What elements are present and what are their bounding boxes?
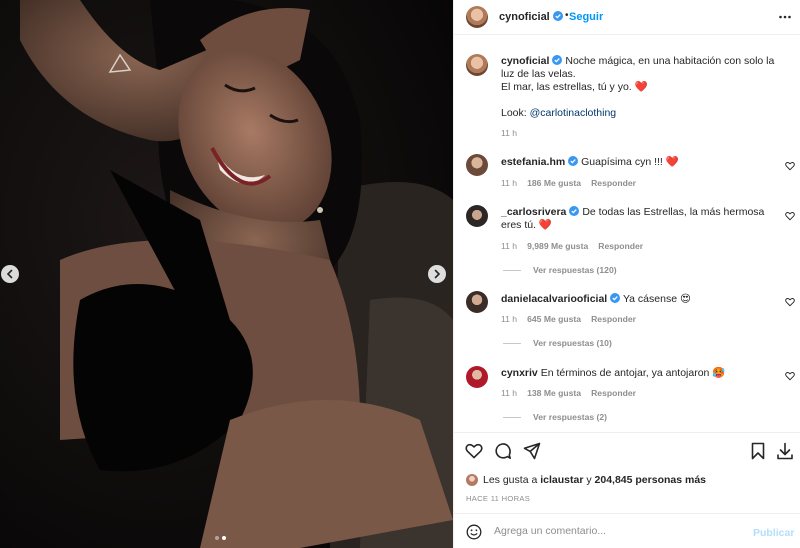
caption-username[interactable]: cynoficial [501, 55, 549, 67]
post-timestamp[interactable]: HACE 11 HORAS [466, 494, 530, 503]
caption-line2: El mar, las estrellas, tú y yo. [501, 81, 632, 93]
comment-text: estefania.hm Guapísima cyn !!! ❤️ [501, 156, 786, 169]
post-media[interactable] [0, 0, 453, 548]
carousel-indicator [215, 536, 226, 540]
comment-body: Guapísima cyn !!! ❤️ [581, 156, 679, 168]
comment-text: cynxriv En términos de antojar, ya antoj… [501, 367, 786, 380]
author-username-text[interactable]: cynoficial [499, 11, 550, 23]
reply-button[interactable]: Responder [591, 388, 636, 398]
carousel-dot-active [222, 536, 226, 540]
emoji-icon[interactable] [466, 524, 482, 540]
chevron-right-icon [434, 269, 441, 279]
replies-divider [503, 269, 521, 271]
replies-divider [503, 342, 521, 344]
likes-others-link[interactable]: 204,845 personas más [595, 474, 707, 486]
comment-meta: 11 h 186 Me gusta Responder [501, 178, 636, 188]
view-replies-label[interactable]: Ver respuestas (120) [533, 265, 617, 275]
avatar[interactable] [466, 291, 488, 313]
heart-icon[interactable] [465, 442, 483, 460]
reply-button[interactable]: Responder [591, 314, 636, 324]
comment-username[interactable]: cynxriv [501, 367, 538, 379]
comment-likes[interactable]: 9,989 Me gusta [527, 241, 588, 251]
avatar[interactable] [466, 6, 488, 28]
caption-heart: ❤️ [634, 81, 648, 93]
verified-badge-icon [569, 206, 580, 216]
caption-text: cynoficial Noche mágica, en una habitaci… [501, 55, 786, 120]
comment-input[interactable] [494, 522, 734, 540]
comment-icon[interactable] [494, 442, 512, 460]
heart-icon[interactable] [785, 297, 795, 307]
avatar[interactable] [466, 154, 488, 176]
view-replies-button[interactable]: Ver respuestas (120) [503, 265, 617, 275]
replies-divider [503, 416, 521, 418]
view-replies-label[interactable]: Ver respuestas (2) [533, 412, 607, 422]
likes-prefix: Les gusta a [483, 474, 538, 486]
carousel-next-button[interactable] [428, 265, 446, 283]
comment-text: danielacalvariooficial Ya cásense 😍 [501, 293, 786, 306]
likes-first-user[interactable]: iclaustar [540, 474, 583, 486]
comment-username[interactable]: _carlosrivera [501, 206, 566, 218]
comment-time[interactable]: 11 h [501, 178, 517, 188]
separator-dot: • [565, 10, 569, 21]
heart-icon[interactable] [785, 161, 795, 171]
comment-time[interactable]: 11 h [501, 388, 517, 398]
comment-likes[interactable]: 645 Me gusta [527, 314, 581, 324]
comment-body: En términos de antojar, ya antojaron 🥵 [540, 367, 726, 379]
avatar[interactable] [466, 474, 478, 486]
post-header: cynoficial • Seguir [454, 0, 800, 35]
more-options-icon[interactable] [778, 10, 792, 24]
bookmark-icon[interactable] [749, 442, 767, 460]
caption-meta: 11 h [501, 128, 517, 138]
post-side-panel: cynoficial • Seguir cynoficial Noche mág… [453, 0, 800, 548]
likes-summary: Les gusta a iclaustar y 204,845 personas… [466, 474, 706, 486]
likes-middle: y [586, 474, 592, 486]
caption-mention-link[interactable]: @carlotinaclothing [530, 107, 617, 119]
view-replies-button[interactable]: Ver respuestas (2) [503, 412, 607, 422]
verified-badge-icon [610, 293, 621, 303]
comments-list[interactable]: cynoficial Noche mágica, en una habitaci… [454, 36, 800, 433]
action-bar [454, 442, 800, 464]
comment-time[interactable]: 11 h [501, 314, 517, 324]
avatar[interactable] [466, 366, 488, 388]
chevron-left-icon [6, 269, 13, 279]
verified-badge-icon [552, 11, 563, 21]
caption-look-label: Look: [501, 107, 527, 119]
comment-text: _carlosrivera De todas las Estrellas, la… [501, 206, 786, 232]
avatar[interactable] [466, 54, 488, 76]
reply-button[interactable]: Responder [591, 178, 636, 188]
comment-likes[interactable]: 186 Me gusta [527, 178, 581, 188]
verified-badge-icon [552, 55, 563, 65]
comment-username[interactable]: estefania.hm [501, 156, 565, 168]
comment-username[interactable]: danielacalvariooficial [501, 293, 607, 305]
share-icon[interactable] [523, 442, 541, 460]
caption-time[interactable]: 11 h [501, 128, 517, 138]
publish-button[interactable]: Publicar [753, 527, 794, 539]
add-comment-bar: Publicar [454, 513, 800, 548]
carousel-dot [215, 536, 219, 540]
comment-meta: 11 h 9,989 Me gusta Responder [501, 241, 643, 251]
comment-body: Ya cásense 😍 [622, 293, 691, 305]
comment-time[interactable]: 11 h [501, 241, 517, 251]
heart-icon[interactable] [785, 371, 795, 381]
carousel-prev-button[interactable] [1, 265, 19, 283]
download-icon[interactable] [776, 442, 794, 460]
comment-likes[interactable]: 138 Me gusta [527, 388, 581, 398]
author-username[interactable]: cynoficial [499, 11, 563, 23]
comment-meta: 11 h 138 Me gusta Responder [501, 388, 636, 398]
view-replies-label[interactable]: Ver respuestas (10) [533, 338, 612, 348]
verified-badge-icon [568, 156, 579, 166]
comment-meta: 11 h 645 Me gusta Responder [501, 314, 636, 324]
post-modal: cynoficial • Seguir cynoficial Noche mág… [0, 0, 800, 548]
avatar[interactable] [466, 205, 488, 227]
follow-button[interactable]: Seguir [569, 11, 603, 23]
heart-icon[interactable] [785, 211, 795, 221]
view-replies-button[interactable]: Ver respuestas (10) [503, 338, 612, 348]
post-photo [0, 0, 453, 548]
reply-button[interactable]: Responder [598, 241, 643, 251]
